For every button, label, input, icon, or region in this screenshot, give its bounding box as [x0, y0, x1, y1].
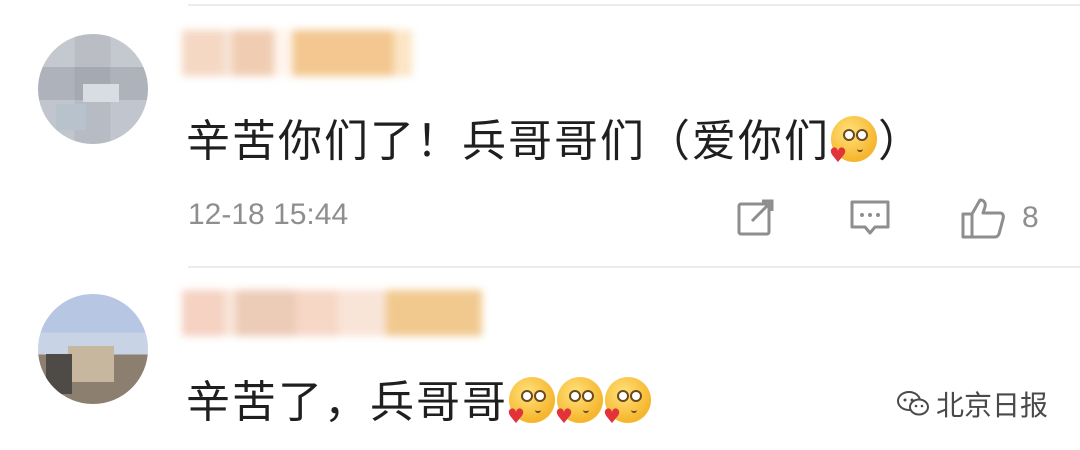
emoji-love-icon: ♥	[603, 377, 651, 426]
emoji-love-icon: ♥	[507, 377, 555, 426]
like-icon	[961, 198, 1005, 239]
username-blurred[interactable]	[182, 30, 412, 76]
watermark: 北京日报	[896, 384, 1048, 424]
comment-text-main: 辛苦了，兵哥哥	[186, 377, 508, 428]
share-button[interactable]	[734, 198, 778, 238]
reply-button[interactable]	[848, 198, 892, 238]
avatar[interactable]	[38, 34, 148, 144]
comment-item: 辛苦你们了！兵哥哥们（爱你们 ♥） 12-18 15:44 8	[0, 0, 1080, 266]
comment-text: 辛苦了，兵哥哥 ♥ ♥ ♥	[186, 366, 652, 430]
emoji-love-icon: ♥	[555, 377, 603, 426]
reply-icon	[850, 200, 890, 235]
comment-text-tail: ）	[878, 116, 924, 167]
like-button[interactable]: 8	[960, 198, 1050, 239]
username-blurred[interactable]	[182, 290, 482, 336]
wechat-icon	[896, 391, 929, 416]
comment-text: 辛苦你们了！兵哥哥们（爱你们 ♥）	[186, 105, 924, 169]
watermark-label: 北京日报	[935, 389, 1048, 422]
emoji-love-icon: ♥	[829, 116, 877, 165]
timestamp: 12-18 15:44	[188, 198, 349, 231]
avatar[interactable]	[38, 294, 148, 404]
share-icon	[737, 199, 774, 236]
comment-text-main: 辛苦你们了！兵哥哥们（爱你们	[186, 116, 830, 167]
like-count: 8	[1022, 201, 1039, 234]
